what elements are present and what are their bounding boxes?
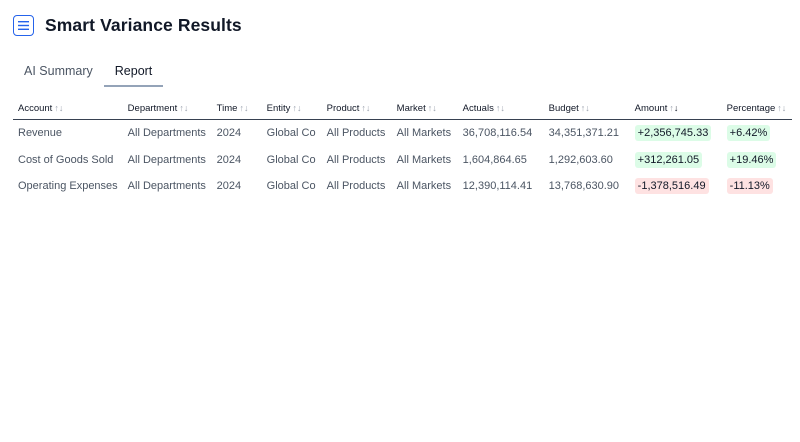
variance-percentage-badge: +6.42% [726, 125, 771, 142]
column-header-market[interactable]: Market ↑↓ [391, 97, 458, 120]
sort-desc-icon[interactable]: ↑↓ [669, 103, 678, 113]
cell-percentage: -11.13% [722, 173, 792, 200]
menu-button[interactable] [13, 15, 34, 36]
tab-ai-summary[interactable]: AI Summary [13, 58, 104, 87]
column-header-amount[interactable]: Amount ↑↓ [629, 97, 722, 120]
cell-amount: +312,261.05 [630, 147, 722, 174]
sort-arrows-icon[interactable]: ↑↓ [292, 103, 301, 113]
table-row[interactable]: Operating Expenses All Departments 2024 … [13, 173, 792, 200]
column-header-product[interactable]: Product ↑↓ [321, 97, 392, 120]
cell-entity: Global Co [266, 127, 316, 140]
cell-budget: 34,351,371.21 [548, 127, 620, 140]
variance-amount-badge: +2,356,745.33 [634, 125, 712, 142]
hamburger-menu-icon [18, 21, 29, 30]
sort-arrows-icon[interactable]: ↑↓ [54, 103, 63, 113]
page-header: Smart Variance Results [13, 15, 242, 36]
cell-percentage: +6.42% [722, 120, 792, 147]
cell-actuals: 1,604,864.65 [462, 153, 527, 166]
cell-account: Operating Expenses [18, 180, 118, 193]
cell-market: All Markets [396, 180, 452, 193]
table-row[interactable]: Revenue All Departments 2024 Global Co A… [13, 120, 792, 147]
sort-arrows-icon[interactable]: ↑↓ [239, 103, 248, 113]
variance-percentage-badge: -11.13% [726, 178, 773, 195]
column-header-department[interactable]: Department ↑↓ [122, 97, 212, 120]
cell-department: All Departments [127, 180, 206, 193]
cell-product: All Products [326, 180, 386, 193]
cell-product: All Products [326, 127, 386, 140]
tab-report[interactable]: Report [103, 58, 164, 87]
page-title: Smart Variance Results [45, 15, 242, 35]
cell-budget: 1,292,603.60 [548, 153, 613, 166]
column-header-actuals[interactable]: Actuals ↑↓ [457, 97, 544, 120]
cell-product: All Products [326, 153, 386, 166]
sort-arrows-icon[interactable]: ↑↓ [777, 103, 786, 113]
cell-time: 2024 [216, 153, 242, 166]
cell-market: All Markets [396, 127, 452, 140]
cell-account: Cost of Goods Sold [18, 153, 114, 166]
cell-time: 2024 [216, 127, 242, 140]
cell-time: 2024 [216, 180, 242, 193]
sort-arrows-icon[interactable]: ↑↓ [179, 103, 188, 113]
table-row[interactable]: Cost of Goods Sold All Departments 2024 … [13, 147, 792, 174]
cell-market: All Markets [396, 153, 452, 166]
cell-actuals: 36,708,116.54 [462, 127, 533, 140]
variance-table: Account ↑↓ Department ↑↓ Time ↑↓ Entity ↑↓ P… [13, 97, 792, 200]
cell-department: All Departments [127, 127, 206, 140]
cell-amount: -1,378,516.49 [630, 173, 722, 200]
table-header-row: Account ↑↓ Department ↑↓ Time ↑↓ Entity ↑↓ P… [13, 97, 792, 120]
sort-arrows-icon[interactable]: ↑↓ [496, 103, 505, 113]
sort-arrows-icon[interactable]: ↑↓ [428, 103, 437, 113]
column-header-time[interactable]: Time ↑↓ [211, 97, 262, 120]
cell-budget: 13,768,630.90 [548, 180, 620, 193]
cell-percentage: +19.46% [722, 147, 792, 174]
cell-entity: Global Co [266, 180, 316, 193]
tab-bar: AI Summary Report [13, 58, 164, 87]
variance-amount-badge: -1,378,516.49 [634, 178, 709, 195]
column-header-percentage[interactable]: Percentage ↑↓ [721, 97, 792, 120]
sort-arrows-icon[interactable]: ↑↓ [581, 103, 590, 113]
variance-amount-badge: +312,261.05 [634, 151, 703, 168]
column-header-account[interactable]: Account ↑↓ [13, 97, 123, 120]
cell-actuals: 12,390,114.41 [462, 180, 533, 193]
column-header-budget[interactable]: Budget ↑↓ [543, 97, 630, 120]
variance-percentage-badge: +19.46% [726, 151, 777, 168]
cell-department: All Departments [127, 153, 206, 166]
cell-account: Revenue [18, 127, 63, 140]
cell-entity: Global Co [266, 153, 316, 166]
cell-amount: +2,356,745.33 [630, 120, 722, 147]
sort-arrows-icon[interactable]: ↑↓ [361, 103, 370, 113]
column-header-entity[interactable]: Entity ↑↓ [261, 97, 322, 120]
